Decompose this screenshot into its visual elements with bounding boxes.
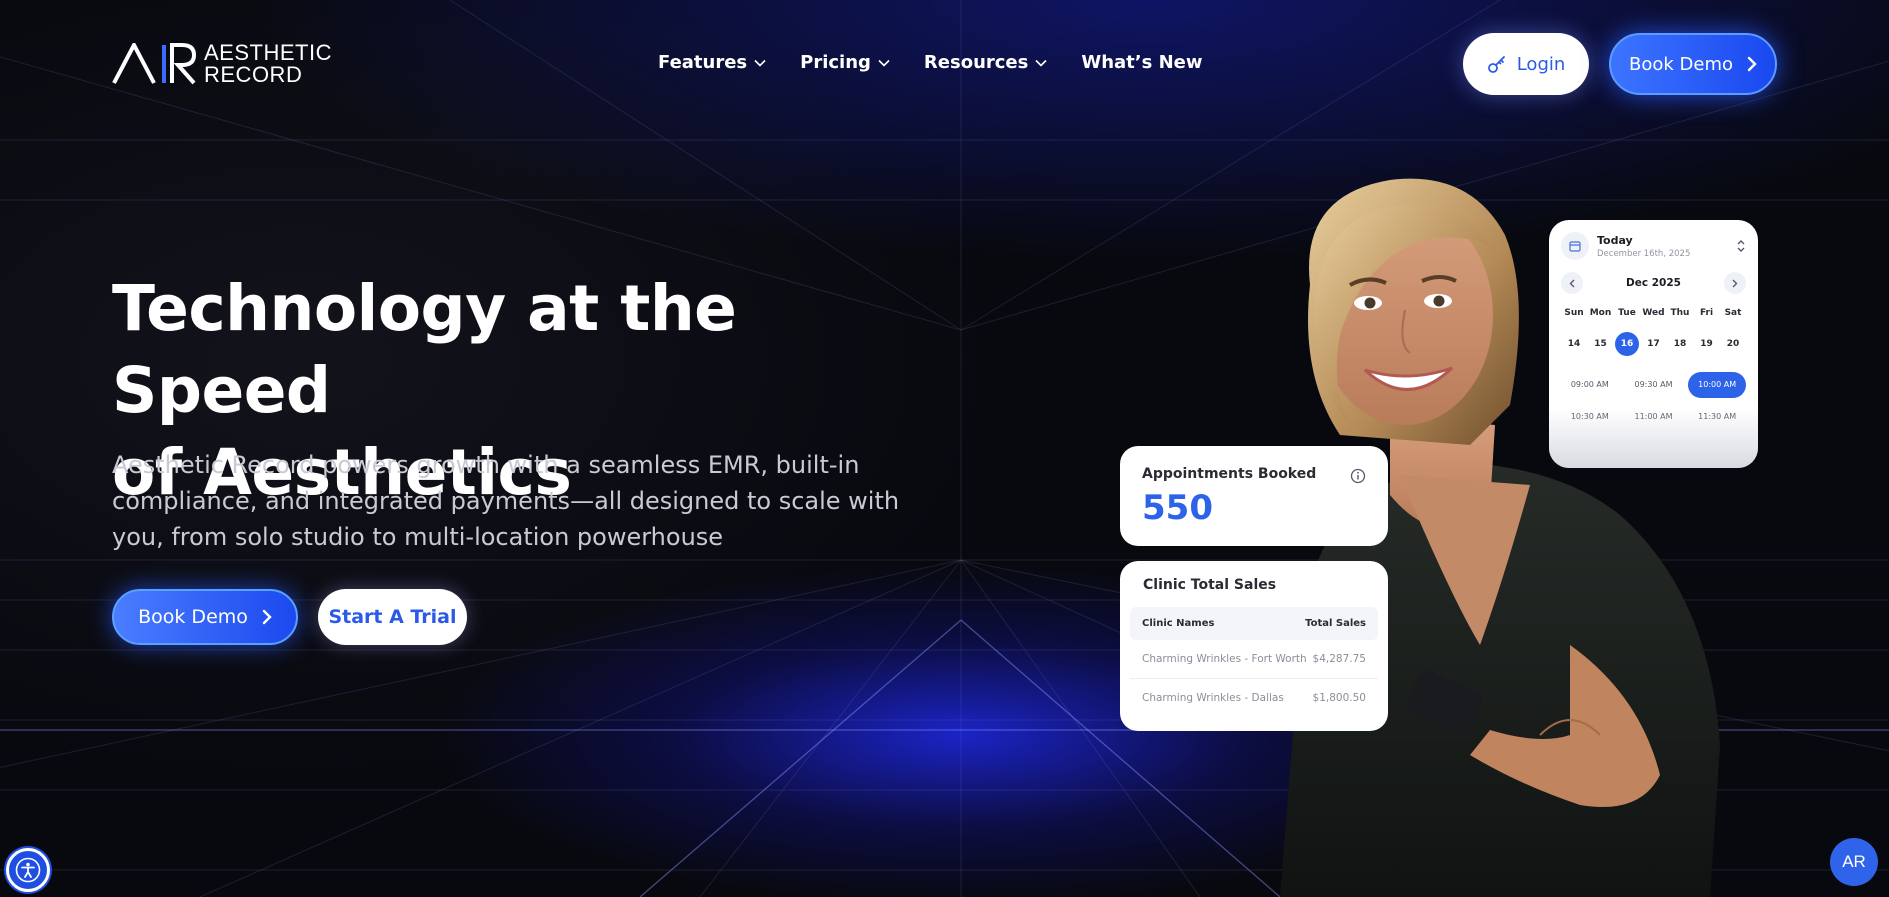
nav-resources[interactable]: Resources bbox=[924, 52, 1047, 73]
main-nav: Features Pricing Resources What’s New bbox=[658, 52, 1203, 73]
chat-widget-label: AR bbox=[1842, 852, 1866, 871]
date-cell[interactable]: 15 bbox=[1589, 332, 1613, 356]
clinic-name-cell: Charming Wrinkles - Dallas bbox=[1142, 692, 1284, 704]
calendar-icon bbox=[1561, 232, 1589, 260]
accessibility-button[interactable] bbox=[6, 848, 50, 892]
column-header-clinic-names: Clinic Names bbox=[1142, 618, 1215, 629]
up-down-chevron-icon[interactable] bbox=[1736, 239, 1746, 253]
date-row: 14 15 16 17 18 19 20 bbox=[1561, 332, 1746, 356]
chevron-down-icon bbox=[1035, 59, 1047, 67]
time-slot[interactable]: 10:30 AM bbox=[1561, 404, 1619, 430]
ar-logo-mark-icon bbox=[112, 43, 196, 85]
chevron-down-icon bbox=[878, 59, 890, 67]
weekday-label: Tue bbox=[1618, 308, 1636, 318]
total-sales-cell: $4,287.75 bbox=[1312, 653, 1366, 665]
chat-widget-button[interactable]: AR bbox=[1830, 838, 1878, 886]
calendar-today-header: Today December 16th, 2025 bbox=[1561, 232, 1746, 260]
logo-line-1: AESTHETIC bbox=[204, 40, 332, 65]
nav-features-label: Features bbox=[658, 52, 748, 73]
nav-whats-new[interactable]: What’s New bbox=[1081, 52, 1202, 73]
book-demo-hero-label: Book Demo bbox=[138, 606, 248, 628]
weekday-label: Fri bbox=[1699, 308, 1714, 318]
table-row: Charming Wrinkles - Dallas $1,800.50 bbox=[1130, 679, 1378, 717]
prev-month-button[interactable] bbox=[1561, 272, 1583, 294]
weekday-label: Wed bbox=[1642, 308, 1665, 318]
date-cell[interactable]: 20 bbox=[1721, 332, 1745, 356]
aesthetic-record-logo[interactable]: AESTHETIC RECORD bbox=[112, 42, 332, 86]
nav-resources-label: Resources bbox=[923, 52, 1029, 73]
today-info: Today December 16th, 2025 bbox=[1597, 234, 1690, 259]
weekday-row: Sun Mon Tue Wed Thu Fri Sat bbox=[1561, 308, 1746, 318]
table-row: Charming Wrinkles - Fort Worth $4,287.75 bbox=[1130, 640, 1378, 679]
clinic-sales-table: Clinic Names Total Sales Charming Wrinkl… bbox=[1130, 607, 1378, 717]
nav-pricing-label: Pricing bbox=[800, 52, 871, 73]
weekday-label: Sun bbox=[1564, 308, 1584, 318]
chevron-right-icon bbox=[1732, 279, 1738, 287]
hero-title-line-1: Technology at the Speed bbox=[112, 272, 737, 427]
start-trial-label: Start A Trial bbox=[328, 606, 457, 628]
login-label: Login bbox=[1516, 53, 1566, 75]
calendar-month-label: Dec 2025 bbox=[1626, 277, 1681, 289]
clinic-total-sales-title: Clinic Total Sales bbox=[1143, 577, 1277, 593]
time-slot[interactable]: 09:00 AM bbox=[1561, 372, 1619, 398]
date-cell[interactable]: 19 bbox=[1695, 332, 1719, 356]
calendar-month-row: Dec 2025 bbox=[1561, 272, 1746, 294]
hero-subtitle: Aesthetic Record powers growth with a se… bbox=[112, 451, 900, 551]
login-button[interactable]: Login bbox=[1463, 33, 1589, 95]
start-trial-button[interactable]: Start A Trial bbox=[318, 589, 467, 645]
nav-features[interactable]: Features bbox=[658, 52, 766, 73]
date-cell[interactable]: 18 bbox=[1668, 332, 1692, 356]
nav-pricing[interactable]: Pricing bbox=[800, 52, 890, 73]
weekday-label: Mon bbox=[1589, 308, 1612, 318]
clinic-total-sales-card: Clinic Total Sales Clinic Names Total Sa… bbox=[1120, 561, 1388, 731]
book-demo-header-label: Book Demo bbox=[1628, 53, 1733, 75]
table-header: Clinic Names Total Sales bbox=[1130, 607, 1378, 640]
accessibility-icon bbox=[15, 857, 41, 883]
book-demo-header-button[interactable]: Book Demo bbox=[1609, 33, 1777, 95]
key-icon bbox=[1487, 56, 1505, 73]
info-icon[interactable] bbox=[1350, 468, 1366, 484]
time-slot[interactable]: 11:00 AM bbox=[1625, 404, 1683, 430]
appointments-booked-value: 550 bbox=[1142, 488, 1213, 528]
date-cell-selected[interactable]: 16 bbox=[1615, 332, 1639, 356]
logo-wordmark: AESTHETIC RECORD bbox=[204, 42, 332, 86]
date-cell[interactable]: 14 bbox=[1562, 332, 1586, 356]
appointments-booked-label: Appointments Booked bbox=[1142, 466, 1317, 482]
total-sales-cell: $1,800.50 bbox=[1312, 692, 1366, 704]
time-slot-selected[interactable]: 10:00 AM bbox=[1688, 372, 1746, 398]
nav-whats-new-label: What’s New bbox=[1081, 52, 1203, 73]
weekday-label: Thu bbox=[1670, 308, 1690, 318]
appointments-booked-card: Appointments Booked 550 bbox=[1120, 446, 1388, 546]
clinic-name-cell: Charming Wrinkles - Fort Worth bbox=[1142, 653, 1307, 665]
chevron-left-icon bbox=[1569, 279, 1575, 287]
today-date: December 16th, 2025 bbox=[1597, 248, 1691, 259]
next-month-button[interactable] bbox=[1723, 272, 1746, 294]
today-label: Today bbox=[1597, 233, 1633, 247]
chevron-down-icon bbox=[754, 59, 766, 67]
time-slot[interactable]: 09:30 AM bbox=[1625, 372, 1683, 398]
time-slot[interactable]: 11:30 AM bbox=[1688, 404, 1746, 430]
appointment-calendar-card: Today December 16th, 2025 Dec 2025 Sun M… bbox=[1549, 220, 1758, 468]
logo-line-2: RECORD bbox=[204, 62, 303, 87]
chevron-right-icon bbox=[1747, 56, 1757, 72]
date-cell[interactable]: 17 bbox=[1642, 332, 1666, 356]
column-header-total-sales: Total Sales bbox=[1305, 618, 1366, 629]
weekday-label: Sat bbox=[1724, 308, 1742, 318]
chevron-right-icon bbox=[262, 609, 272, 625]
time-slot-grid: 09:00 AM 09:30 AM 10:00 AM 10:30 AM 11:0… bbox=[1561, 372, 1746, 430]
book-demo-hero-button[interactable]: Book Demo bbox=[112, 589, 298, 645]
hero-section: AESTHETIC RECORD Features Pricing Resour… bbox=[0, 0, 1889, 897]
